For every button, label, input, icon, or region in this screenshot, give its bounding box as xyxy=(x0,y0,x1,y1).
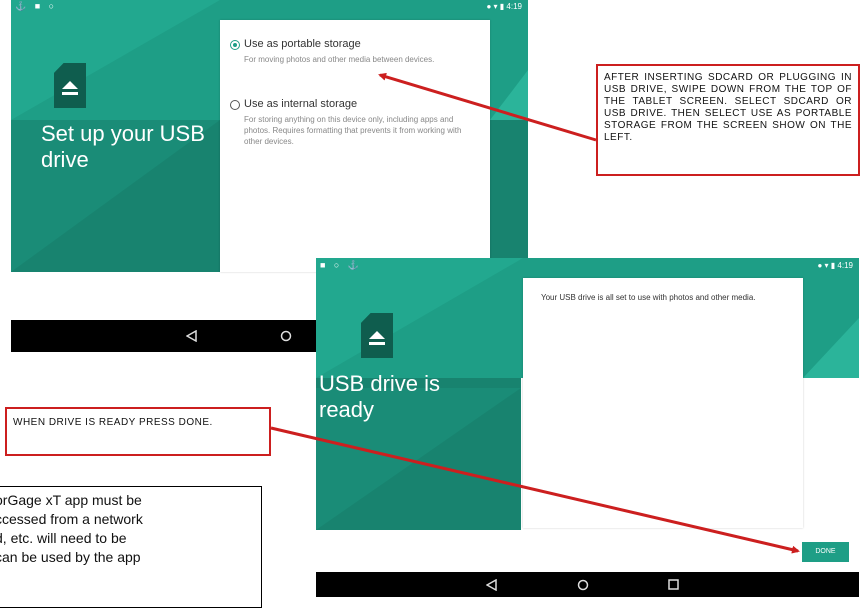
description-line: ccessed from a network xyxy=(0,511,143,527)
options-card: Use as portable storage For moving photo… xyxy=(220,20,490,272)
description-line: orGage xT app must be xyxy=(0,492,142,508)
option-internal-desc: For storing anything on this device only… xyxy=(244,115,462,146)
message-card: Your USB drive is all set to use with ph… xyxy=(523,278,803,528)
description-text: orGage xT app must be ccessed from a net… xyxy=(0,491,261,567)
back-triangle-icon[interactable] xyxy=(486,579,497,591)
instruction-callout-1: AFTER INSERTING SDCARD OR PLUGGING IN US… xyxy=(596,64,860,176)
option-portable-desc: For moving photos and other media betwee… xyxy=(244,55,435,64)
nav-bar xyxy=(316,572,859,597)
instruction-2-text: WHEN DRIVE IS READY PRESS DONE. xyxy=(13,417,213,428)
page-title: USB drive is ready xyxy=(319,371,441,422)
status-time: 4:19 xyxy=(506,2,522,11)
instruction-callout-2: WHEN DRIVE IS READY PRESS DONE. xyxy=(5,407,271,456)
option-portable-label: Use as portable storage xyxy=(244,38,361,50)
eject-arrow xyxy=(369,331,385,339)
radio-internal[interactable] xyxy=(230,100,240,110)
done-button[interactable]: DONE xyxy=(802,542,849,562)
page-title: Set up your USB drive xyxy=(41,121,205,172)
sd-card-icon xyxy=(54,63,86,108)
status-time: 4:19 xyxy=(837,261,853,270)
description-line: can be used by the app xyxy=(0,549,141,565)
description-box: orGage xT app must be ccessed from a net… xyxy=(0,486,262,608)
eject-bar xyxy=(62,92,78,95)
instruction-1-text: AFTER INSERTING SDCARD OR PLUGGING IN US… xyxy=(604,72,852,143)
option-portable[interactable]: Use as portable storage For moving photo… xyxy=(230,38,480,82)
sd-card-icon xyxy=(361,313,393,358)
status-icons-right: ● ▾ ▮ 4:19 xyxy=(817,261,854,270)
status-icons-left: ⚓ ■ ○ xyxy=(15,1,58,11)
status-icons-right: ● ▾ ▮ 4:19 xyxy=(486,2,523,11)
recents-square-icon[interactable] xyxy=(668,579,679,590)
eject-arrow xyxy=(62,81,78,89)
ready-message: Your USB drive is all set to use with ph… xyxy=(541,293,756,302)
radio-portable[interactable] xyxy=(230,40,240,50)
back-triangle-icon[interactable] xyxy=(186,330,197,342)
status-icons-left: ■ ○ ⚓ xyxy=(320,260,363,270)
description-line: d, etc. will need to be xyxy=(0,530,127,546)
eject-bar xyxy=(369,342,385,345)
home-circle-icon[interactable] xyxy=(280,330,292,342)
option-internal-label: Use as internal storage xyxy=(244,98,358,110)
usb-ready-screen: ■ ○ ⚓ ● ▾ ▮ 4:19 USB drive is ready Your… xyxy=(316,258,859,597)
option-internal[interactable]: Use as internal storage For storing anyt… xyxy=(230,98,480,168)
home-circle-icon[interactable] xyxy=(577,579,589,591)
